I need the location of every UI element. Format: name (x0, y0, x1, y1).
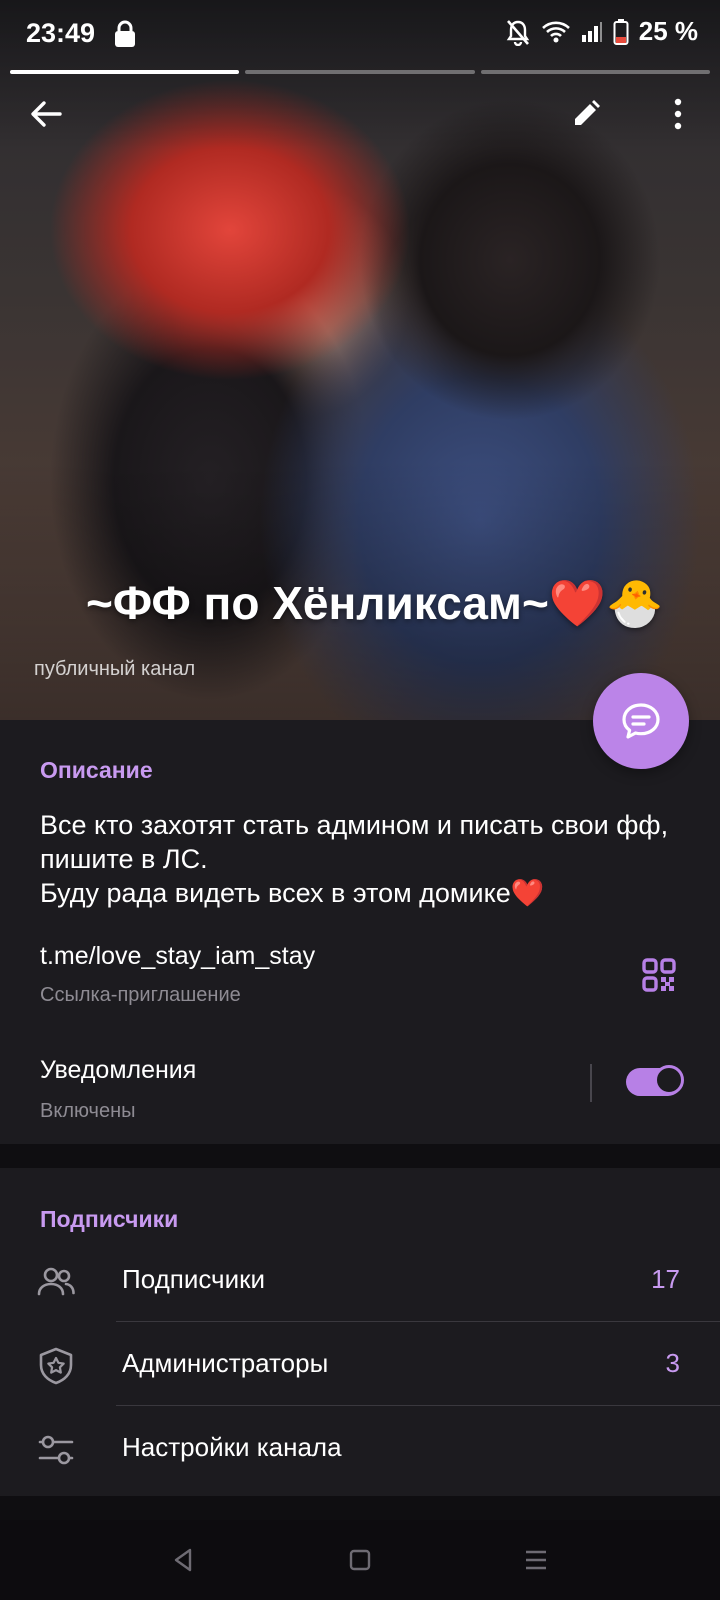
nav-home-icon[interactable] (344, 1544, 376, 1576)
administrators-row[interactable]: Администраторы 3 (0, 1322, 720, 1406)
administrators-label: Администраторы (122, 1348, 329, 1378)
shield-star-icon (39, 1347, 73, 1385)
notifications-state: Включены (40, 1100, 136, 1122)
nav-recents-icon[interactable] (520, 1544, 552, 1576)
chat-bubble-icon (622, 703, 660, 739)
wifi-icon (541, 21, 570, 42)
subscribers-label: Подписчики (122, 1264, 266, 1294)
subscribers-count: 17 (651, 1264, 680, 1294)
arrow-left-icon (31, 101, 62, 127)
channel-title-wrap: ~ФФ по Хёнликсам~❤️🐣 (86, 576, 663, 631)
invite-link-caption: Ссылка-приглашение (40, 984, 241, 1006)
system-navigation-bar (0, 1520, 720, 1600)
section-gap (0, 1496, 720, 1520)
more-vertical-icon (674, 98, 682, 130)
story-progress-bar (10, 70, 710, 74)
battery-percent: 25 % (638, 16, 698, 46)
signal-icon (581, 21, 602, 42)
channel-description: Все кто захотят стать админом и писать с… (40, 810, 669, 908)
channel-settings-label: Настройки канала (122, 1432, 342, 1462)
channel-type: публичный канал (34, 658, 196, 680)
subscribers-row[interactable]: Подписчики 17 (0, 1238, 720, 1322)
channel-settings-row[interactable]: Настройки канала (0, 1406, 720, 1490)
notifications-label[interactable]: Уведомления (40, 1056, 196, 1085)
administrators-count: 3 (665, 1348, 680, 1378)
sliders-icon (38, 1435, 74, 1465)
subscribers-heading: Подписчики (40, 1206, 179, 1232)
qr-code-icon[interactable] (642, 958, 676, 992)
more-options-button[interactable] (654, 90, 702, 138)
pencil-icon (575, 100, 600, 125)
back-button[interactable] (22, 90, 70, 138)
status-bar: 23:49 25 % (0, 0, 720, 68)
notifications-divider (590, 1064, 592, 1102)
channel-title: ~ФФ по Хёнликсам~❤️🐣 (86, 577, 664, 629)
status-time: 23:49 (26, 18, 96, 48)
nav-back-icon[interactable] (168, 1544, 200, 1576)
notifications-toggle[interactable] (626, 1065, 684, 1096)
toggle-knob (654, 1065, 684, 1095)
invite-link[interactable]: t.me/love_stay_iam_stay (40, 942, 315, 971)
mute-bell-icon (506, 19, 529, 46)
story-segment (10, 70, 240, 74)
story-segment (245, 70, 475, 74)
description-heading: Описание (40, 757, 153, 783)
edit-button[interactable] (562, 90, 610, 138)
story-segment (480, 70, 710, 74)
section-gap (0, 1144, 720, 1168)
users-icon (37, 1267, 75, 1296)
lock-icon (115, 20, 135, 47)
battery-icon (613, 18, 629, 45)
discussion-button[interactable] (593, 673, 689, 769)
